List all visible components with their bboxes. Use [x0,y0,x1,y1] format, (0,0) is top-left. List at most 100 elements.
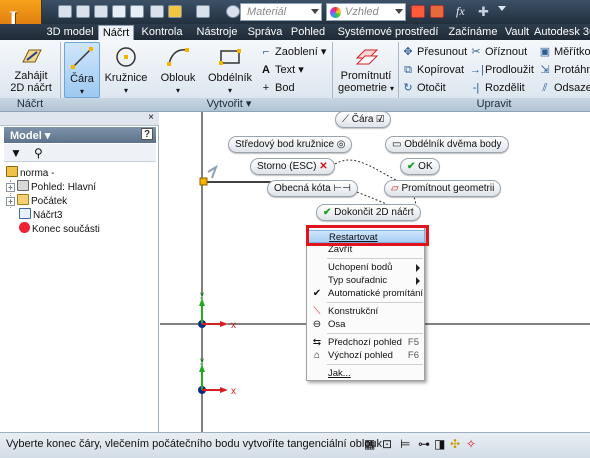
show-all-constraints-icon[interactable]: ✧ [466,437,476,451]
move-label: Přesunout [417,46,468,58]
parameters-icon[interactable] [168,5,182,18]
marking-cancel-button[interactable]: Storno (ESC) ✕ [250,158,335,175]
panel-label-modify[interactable]: Upravit [398,98,590,112]
tab-environments[interactable]: Systémové prostředí [332,25,444,40]
marking-finish-sketch-button[interactable]: ✔ Dokončit 2D náčrt [316,204,421,221]
fillet-button[interactable]: ⌐ Zaoblení ▾ [260,45,327,60]
update-icon[interactable] [226,5,240,18]
scale-label: Měřítko [554,46,590,58]
extend-button[interactable]: →| Prodloužit [470,63,534,78]
x-axis-label: x [231,320,236,331]
menu-item-coordinate-type[interactable]: Typ souřadnic [308,274,425,287]
panel-label-sketch[interactable]: Náčrt [0,98,60,112]
clear-appearance-icon[interactable] [411,5,425,18]
stretch-button[interactable]: ⇲ Protáhnout [539,63,590,78]
tab-3d-model[interactable]: 3D model [44,25,96,40]
save-icon[interactable] [94,5,108,18]
grid-icon[interactable]: ▦ [364,437,375,451]
menu-separator [327,364,423,365]
start-2d-sketch-button[interactable]: Zahájit 2D náčrt [4,42,58,98]
chevron-down-icon[interactable] [498,6,506,11]
copy-button[interactable]: ⧉ Kopírovat [402,63,464,78]
menu-item-centerline[interactable]: ⊖ Osa [308,318,425,331]
menu-item-snap-points[interactable]: Uchopení bodů [308,261,425,274]
menu-item-auto-project[interactable]: ✔ Automatické promítání [308,287,425,300]
trim-button[interactable]: ✂ Oříznout [470,45,527,60]
status-message: Vyberte konec čáry, vlečením počátečního… [6,438,383,450]
split-button[interactable]: -| Rozdělit [470,81,525,96]
constraint-icon[interactable]: ⊡ [382,437,392,451]
tab-inspect[interactable]: Kontrola [136,25,188,40]
marking-project-geometry-button[interactable]: ▱ Promítnout geometrii [384,180,502,197]
marking-ok-button[interactable]: ✔ OK [400,158,440,175]
redo-icon[interactable] [130,5,144,18]
project-geometry-button[interactable]: Promítnutí geometrie ▾ [338,42,394,98]
circle-icon: ◎ [336,139,346,150]
offset-icon: ⫽ [542,82,548,94]
new-icon[interactable] [58,5,72,18]
menu-item-how-to[interactable]: Jak... [308,367,425,380]
find-icon[interactable]: ⚲ [34,146,43,160]
browser-title[interactable]: Model ▾? [4,127,156,143]
fx-icon[interactable]: fx [456,4,465,19]
return-icon[interactable] [196,5,210,18]
tab-get-started[interactable]: Začínáme [446,25,500,40]
menu-item-home-view[interactable]: ⌂ Výchozí pohled F6 [308,349,425,362]
help-icon[interactable]: ? [141,128,153,140]
browser-item-part[interactable]: norma - [6,166,54,180]
arc-button[interactable]: Oblouk ▾ [156,42,200,98]
menu-separator [327,333,423,334]
check-cursor-icon [207,164,218,179]
browser-item-view[interactable]: + Pohled: Hlavní [6,180,96,194]
line-button[interactable]: Čára ▾ [64,42,100,98]
trim-icon: ✂ [471,46,481,58]
slice-icon[interactable]: ◨ [434,437,445,451]
close-icon[interactable]: × [148,112,154,123]
dof-icon[interactable]: ✣ [450,437,460,451]
tab-manage[interactable]: Správa [246,25,284,40]
chevron-down-icon [395,9,403,14]
tab-view[interactable]: Pohled [286,25,330,40]
filter-icon[interactable]: ▼ [10,146,22,160]
browser-toolbar: ▼ ⚲ [4,144,156,162]
snap-icon[interactable]: ⊶ [418,437,430,451]
tab-tools[interactable]: Nástroje [190,25,244,40]
stretch-icon: ⇲ [540,64,550,76]
panel-label-draw[interactable]: Vytvořit ▾ [60,98,398,112]
home-icon[interactable] [150,5,164,18]
rectangle-button[interactable]: Obdélník ▾ [206,42,254,98]
point-button[interactable]: + Bod [260,81,295,96]
browser-item-sketch3[interactable]: Náčrt3 [19,208,62,222]
browser-item-end-of-part[interactable]: Konec součásti [19,222,100,236]
circle-label: Kružnice [104,72,148,84]
tab-vault[interactable]: Vault [502,25,532,40]
dimension-display-icon[interactable]: ⊨ [400,437,410,451]
tab-sketch[interactable]: Náčrt [98,25,134,40]
browser-item-origin[interactable]: + Počátek [6,194,67,208]
menu-item-construction[interactable]: ⟍ Konstrukční [308,305,425,318]
appearance-combo[interactable]: Vzhled [326,3,406,21]
marking-general-dimension-button[interactable]: Obecná kóta ⊢⊣ [267,180,358,197]
arc-label: Oblouk [160,72,196,84]
context-menu: Restartovat Zavřít Uchopení bodů Typ sou… [306,225,425,381]
tab-autodesk-360[interactable]: Autodesk 360 [534,25,590,40]
move-button[interactable]: ✥ Přesunout [402,45,467,60]
text-button[interactable]: A Text ▾ [260,63,304,78]
arc-tool-icon [167,48,189,66]
view-icon [17,180,29,191]
scale-button[interactable]: ▣ Měřítko [539,45,590,60]
marking-line-button[interactable]: ⟋ Čára ☑ [335,111,392,128]
rotate-button[interactable]: ↻ Otočit [402,81,445,96]
menu-item-previous-view[interactable]: ⇆ Předchozí pohled F5 [308,336,425,349]
fillet-icon: ⌐ [262,46,270,58]
plus-icon[interactable]: ✚ [478,4,489,20]
open-icon[interactable] [76,5,90,18]
adjust-appearance-icon[interactable] [430,5,444,18]
offset-button[interactable]: ⫽ Odsazení [539,81,590,96]
project-geometry-label: Promítnutí geometrie [338,70,392,94]
marking-center-circle-button[interactable]: Středový bod kružnice ◎ [228,136,353,153]
undo-icon[interactable] [112,5,126,18]
material-combo[interactable]: Materiál [240,3,322,21]
marking-two-point-rect-button[interactable]: ▭ Obdélník dvěma body [385,136,509,153]
circle-button[interactable]: Kružnice ▾ [104,42,148,98]
